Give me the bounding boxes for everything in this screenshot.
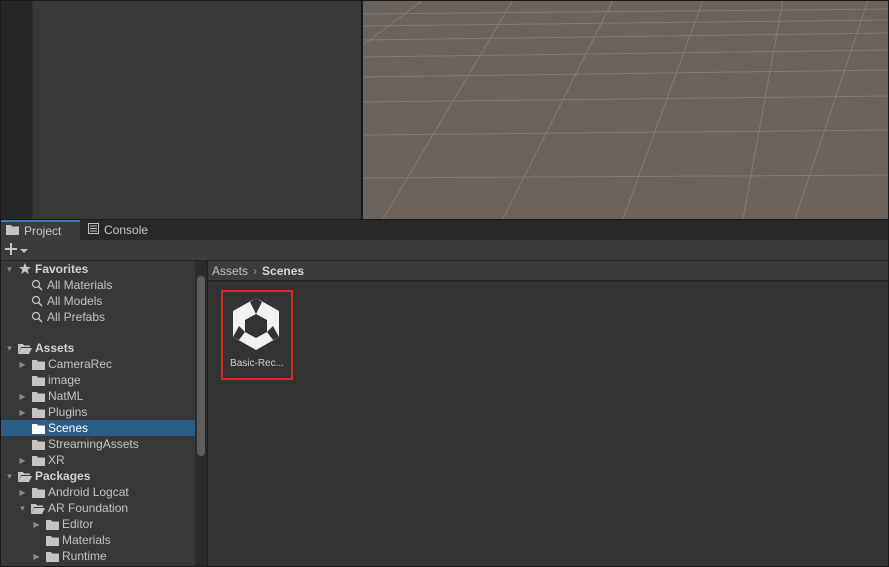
tab-console-label: Console <box>104 223 149 237</box>
folder-icon <box>6 224 19 238</box>
create-dropdown-button[interactable] <box>5 242 33 258</box>
folder-icon <box>31 358 45 370</box>
expand-arrow-icon[interactable]: ▼ <box>18 504 27 513</box>
tree-item-label: StreamingAssets <box>48 437 139 451</box>
tree-item-image[interactable]: image <box>0 372 195 388</box>
tree-item-label: AR Foundation <box>48 501 129 515</box>
search-icon <box>30 295 44 307</box>
tree-item-streamingassets[interactable]: StreamingAssets <box>0 436 195 452</box>
tree-item-ar-foundation[interactable]: ▼ AR Foundation <box>0 500 195 516</box>
tree-assets[interactable]: ▼ Assets <box>0 340 195 356</box>
search-icon <box>30 311 44 323</box>
folder-icon <box>31 406 45 418</box>
expand-arrow-icon[interactable]: ▶ <box>18 488 27 497</box>
tree-favorites-label: Favorites <box>35 262 89 276</box>
tree-packages-label: Packages <box>35 469 91 483</box>
tree-item-label: Editor <box>62 517 94 531</box>
search-icon <box>30 279 44 291</box>
tree-packages[interactable]: ▼ Packages <box>0 468 195 484</box>
hierarchy-panel[interactable] <box>33 0 361 219</box>
expand-arrow-icon[interactable]: ▼ <box>5 472 14 481</box>
tree-assets-label: Assets <box>35 341 75 355</box>
project-toolbar <box>0 240 889 261</box>
breadcrumb-scenes[interactable]: Scenes <box>262 264 304 278</box>
tab-project-label: Project <box>24 224 62 238</box>
breadcrumb: Assets › Scenes <box>208 261 889 281</box>
tree-item-label: All Models <box>47 294 103 308</box>
scene-grid <box>363 0 889 219</box>
tree-item-label: Plugins <box>48 405 88 419</box>
tree-item-xr[interactable]: ▶ XR <box>0 452 195 468</box>
tree-item-label: Materials <box>62 533 111 547</box>
tab-console[interactable]: Console <box>82 220 166 240</box>
tree-item-label: XR <box>48 453 65 467</box>
tree-item-all-materials[interactable]: All Materials <box>0 277 195 293</box>
plus-icon <box>5 242 17 258</box>
expand-arrow-icon[interactable]: ▶ <box>32 520 41 529</box>
asset-label: Basic-Rec... <box>230 358 284 369</box>
scene-view[interactable] <box>363 0 889 219</box>
console-icon <box>88 223 99 237</box>
unity-scene-icon <box>229 296 283 352</box>
tab-bar: Project Console <box>0 219 889 240</box>
folder-icon <box>45 550 59 562</box>
tree-item-label: CameraRec <box>48 357 113 371</box>
folder-icon <box>31 454 45 466</box>
expand-arrow-icon[interactable]: ▶ <box>18 392 27 401</box>
tree-item-scenes[interactable]: Scenes <box>0 420 195 436</box>
tree-item-label: Android Logcat <box>48 485 129 499</box>
tree-item-label: image <box>48 373 81 387</box>
folder-open-icon <box>18 470 32 482</box>
folder-icon <box>31 422 45 434</box>
asset-grid[interactable] <box>208 282 889 567</box>
expand-arrow-icon[interactable]: ▼ <box>5 344 14 353</box>
star-icon <box>18 263 32 275</box>
folder-open-icon <box>18 342 32 354</box>
expand-arrow-icon[interactable]: ▶ <box>18 408 27 417</box>
tree-item-label: Runtime <box>62 549 107 563</box>
folder-icon <box>31 486 45 498</box>
expand-arrow-icon[interactable]: ▼ <box>5 265 14 274</box>
folder-tree: ▼ Favorites All Materials All Models All… <box>0 261 195 567</box>
folder-open-icon <box>31 502 45 514</box>
expand-arrow-icon[interactable]: ▶ <box>18 360 27 369</box>
tree-item-runtime[interactable]: ▶ Runtime <box>0 548 195 564</box>
hierarchy-gutter <box>0 0 33 219</box>
tree-item-editor[interactable]: ▶ Editor <box>0 516 195 532</box>
folder-icon <box>31 390 45 402</box>
tree-item-all-prefabs[interactable]: All Prefabs <box>0 309 195 325</box>
tab-project[interactable]: Project <box>0 220 80 240</box>
breadcrumb-assets[interactable]: Assets <box>212 264 248 278</box>
tree-item-label: NatML <box>48 389 84 403</box>
tree-item-materials[interactable]: Materials <box>0 532 195 548</box>
folder-icon <box>45 534 59 546</box>
folder-icon <box>31 438 45 450</box>
expand-arrow-icon[interactable]: ▶ <box>32 552 41 561</box>
folder-icon <box>45 518 59 530</box>
tree-favorites[interactable]: ▼ Favorites <box>0 261 195 277</box>
breadcrumb-separator-icon: › <box>253 263 258 278</box>
expand-arrow-icon[interactable]: ▶ <box>18 456 27 465</box>
tree-item-android-logcat[interactable]: ▶ Android Logcat <box>0 484 195 500</box>
tree-item-label: All Prefabs <box>47 310 106 324</box>
tree-item-plugins[interactable]: ▶ Plugins <box>0 404 195 420</box>
tree-item-natml[interactable]: ▶ NatML <box>0 388 195 404</box>
folder-icon <box>31 374 45 386</box>
tree-item-label: Scenes <box>48 421 89 435</box>
tree-item-all-models[interactable]: All Models <box>0 293 195 309</box>
chevron-down-icon <box>20 243 28 257</box>
tree-item-camerarec[interactable]: ▶ CameraRec <box>0 356 195 372</box>
tree-item-label: All Materials <box>47 278 113 292</box>
tree-scrollbar-thumb[interactable] <box>197 276 205 456</box>
